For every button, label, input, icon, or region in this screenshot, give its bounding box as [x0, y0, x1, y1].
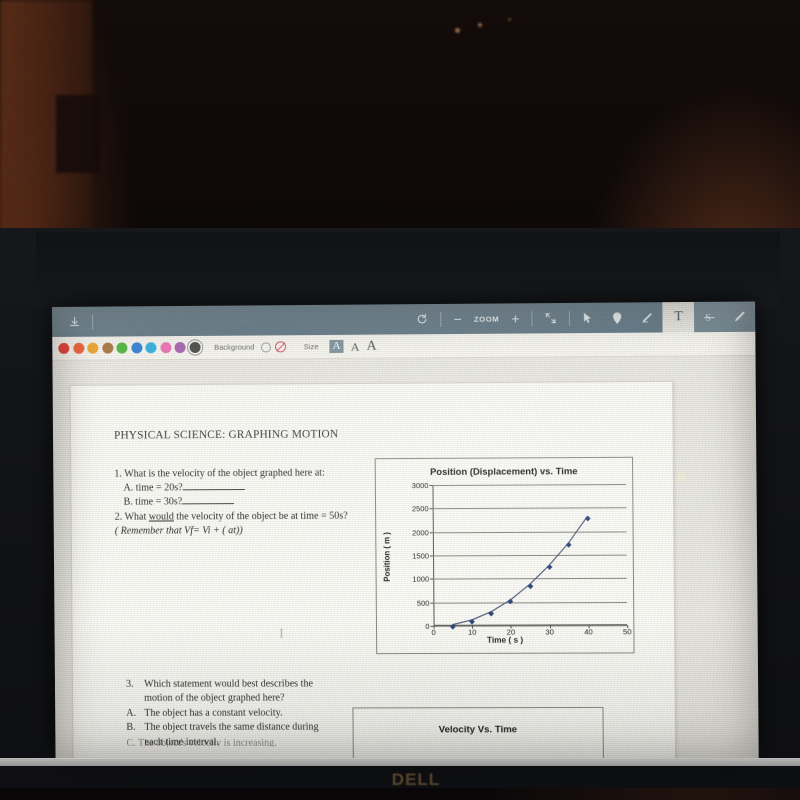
- color-swatch-red[interactable]: [58, 342, 70, 354]
- color-swatch-orangered[interactable]: [72, 342, 84, 354]
- size-label: Size: [303, 342, 319, 352]
- page-title: PHYSICAL SCIENCE: GRAPHING MOTION: [114, 428, 339, 442]
- chart-title: Position (Displacement) vs. Time: [430, 466, 578, 477]
- color-swatch-green[interactable]: [116, 342, 128, 354]
- toolbar-divider: [92, 314, 94, 330]
- zoom-in-button[interactable]: +: [502, 303, 529, 333]
- chart-y-tick-label: 2000: [412, 527, 429, 538]
- color-swatch-list: [58, 341, 201, 354]
- download-icon[interactable]: [60, 307, 89, 337]
- position-vs-time-chart: Position (Displacement) vs. Time Positio…: [374, 456, 635, 655]
- q3-line2: motion of the object graphed here?: [144, 692, 285, 705]
- chart-y-ticks: 0 500 1000 1500 2000 2500 3000: [398, 481, 430, 631]
- q2-post: the velocity of the object be at time = …: [173, 510, 348, 522]
- color-swatch-blue[interactable]: [130, 342, 142, 354]
- size-option-list: A A A: [329, 338, 377, 354]
- zoom-out-button[interactable]: −: [444, 304, 471, 334]
- question-1-block: 1. What is the velocity of the object gr…: [114, 466, 394, 539]
- q1-option-a: A. time = 20s?: [114, 480, 394, 496]
- chart-x-axis-label: Time ( s ): [486, 635, 524, 645]
- pin-icon[interactable]: [603, 302, 633, 332]
- q3-option-c-clipped: C. The object's velocity is increasing.: [126, 737, 277, 747]
- svg-text:S: S: [705, 312, 711, 323]
- q1-a-text: A. time = 20s?: [123, 482, 183, 494]
- chart2-title: Velocity Vs. Time: [438, 724, 518, 736]
- chart-y-tick-label: 1000: [412, 574, 430, 584]
- color-swatch-cyan[interactable]: [145, 342, 157, 354]
- q3-line1: Which statement would best describes the: [144, 678, 313, 690]
- toolbar-divider: [569, 310, 571, 326]
- color-swatch-purple[interactable]: [174, 342, 186, 354]
- chart-y-tick-label: 1500: [412, 551, 430, 561]
- q3-b-line1: The object travels the same distance dur…: [144, 721, 319, 734]
- chart-grid: [429, 484, 629, 630]
- chart-y-tick-label: 2500: [411, 504, 429, 514]
- q1-b-answer-blank[interactable]: [182, 495, 235, 505]
- chart-y-tick-label: 3000: [411, 481, 429, 491]
- document-workspace[interactable]: PHYSICAL SCIENCE: GRAPHING MOTION 1. Wha…: [52, 356, 759, 760]
- screen-hotspot: [676, 473, 686, 482]
- q1-stem: 1. What is the velocity of the object gr…: [114, 467, 325, 480]
- background-filled-icon[interactable]: [260, 341, 271, 353]
- dell-logo: DELL: [391, 770, 441, 789]
- laptop-bezel-top: [36, 232, 780, 308]
- document-page[interactable]: PHYSICAL SCIENCE: GRAPHING MOTION 1. Wha…: [69, 380, 677, 760]
- chart-y-tick-label: 0: [425, 621, 430, 631]
- color-swatch-amber[interactable]: [87, 342, 99, 354]
- q3-a-number: A.: [126, 707, 137, 719]
- color-swatch-pink[interactable]: [159, 342, 172, 354]
- highlighter-icon[interactable]: [632, 302, 663, 332]
- q3-stem-text: Which statement would best describes the…: [144, 677, 393, 706]
- strikethrough-icon[interactable]: S: [693, 301, 725, 333]
- color-swatch-darkgray[interactable]: [189, 341, 201, 354]
- q2-pre: 2. What: [114, 511, 149, 523]
- toolbar-divider: [531, 310, 533, 326]
- laptop-bezel-lip: [0, 758, 800, 766]
- text-tool-button[interactable]: T: [662, 301, 695, 333]
- q3-stem: 3. Which statement would best describes …: [126, 677, 393, 706]
- pen-icon[interactable]: [724, 301, 756, 333]
- color-swatch-brown[interactable]: [101, 342, 113, 354]
- velocity-vs-time-chart: Velocity Vs. Time: [352, 706, 604, 760]
- q2-underlined-word: would: [148, 510, 174, 523]
- q3-number: 3.: [125, 678, 134, 690]
- background-none-icon[interactable]: [274, 341, 286, 353]
- fit-to-screen-icon[interactable]: [536, 303, 567, 333]
- text-cursor: I: [279, 625, 284, 641]
- size-option-large[interactable]: A: [366, 338, 376, 353]
- chart-y-tick-label: 500: [416, 598, 430, 608]
- rotate-icon[interactable]: [407, 304, 438, 334]
- q2-stem: 2. What would the velocity of the object…: [115, 509, 395, 525]
- q1-option-b: B. time = 30s?: [115, 495, 395, 511]
- background-label: Background: [214, 342, 255, 352]
- q2-hint: ( Remember that Vf= Vi + ( at)): [114, 524, 243, 537]
- zoom-label: ZOOM: [473, 314, 500, 324]
- q1-b-text: B. time = 30s?: [123, 496, 183, 509]
- laptop-screen: − ZOOM + T S Background Size A A A PHYSI…: [52, 301, 759, 760]
- size-option-small[interactable]: A: [329, 339, 344, 354]
- chart-plot-area: Position ( m ) 0 500 1000 1500 2000 2500 3000 …: [376, 481, 635, 637]
- chart-series-line: [432, 484, 627, 626]
- chart-y-axis-label: Position ( m ): [382, 532, 392, 582]
- q1-a-answer-blank[interactable]: [182, 481, 245, 491]
- toolbar-divider: [440, 311, 442, 327]
- size-option-medium[interactable]: A: [351, 339, 360, 353]
- cursor-icon[interactable]: [573, 303, 603, 333]
